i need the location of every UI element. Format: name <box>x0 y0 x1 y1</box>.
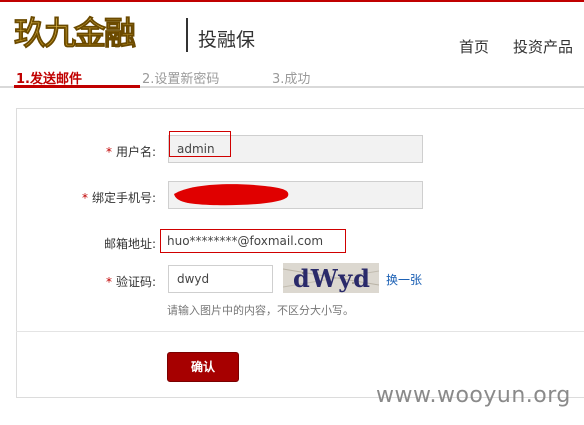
redaction-scribble <box>174 184 289 206</box>
captcha-label: * 验证码: <box>105 275 156 289</box>
email-label: 邮箱地址: <box>103 237 156 251</box>
required-mark: * <box>105 145 112 159</box>
steps-progress-bar <box>14 85 140 88</box>
highlight-box-username <box>169 131 231 157</box>
username-label: * 用户名: <box>105 145 156 159</box>
step-set-password: 2.设置新密码 <box>142 72 220 87</box>
refresh-captcha-link[interactable]: 换一张 <box>386 271 422 288</box>
confirm-button[interactable]: 确认 <box>167 352 239 382</box>
top-accent-line <box>0 0 584 2</box>
highlight-box-email <box>160 229 346 253</box>
captcha-input[interactable]: dwyd <box>168 265 273 293</box>
brand-divider <box>186 18 188 52</box>
step-success: 3.成功 <box>272 72 311 87</box>
form-divider <box>16 331 584 332</box>
logo-icon: 玖九金融 <box>14 14 139 52</box>
phone-label: * 绑定手机号: <box>81 191 156 205</box>
captcha-image[interactable]: dWyd <box>283 263 379 293</box>
brand-logo[interactable]: 玖九金融 <box>12 12 172 52</box>
captcha-hint: 请输入图片中的内容，不区分大小写。 <box>167 304 354 317</box>
brand-subtitle: 投融保 <box>198 29 256 51</box>
svg-text:玖九金融: 玖九金融 <box>14 14 136 52</box>
captcha-text: dWyd <box>293 264 371 293</box>
nav-invest-link[interactable]: 投资产品 <box>513 36 573 57</box>
required-mark: * <box>81 191 88 205</box>
nav-home-link[interactable]: 首页 <box>459 36 489 57</box>
required-mark: * <box>105 275 112 289</box>
watermark: www.wooyun.org <box>376 383 571 408</box>
